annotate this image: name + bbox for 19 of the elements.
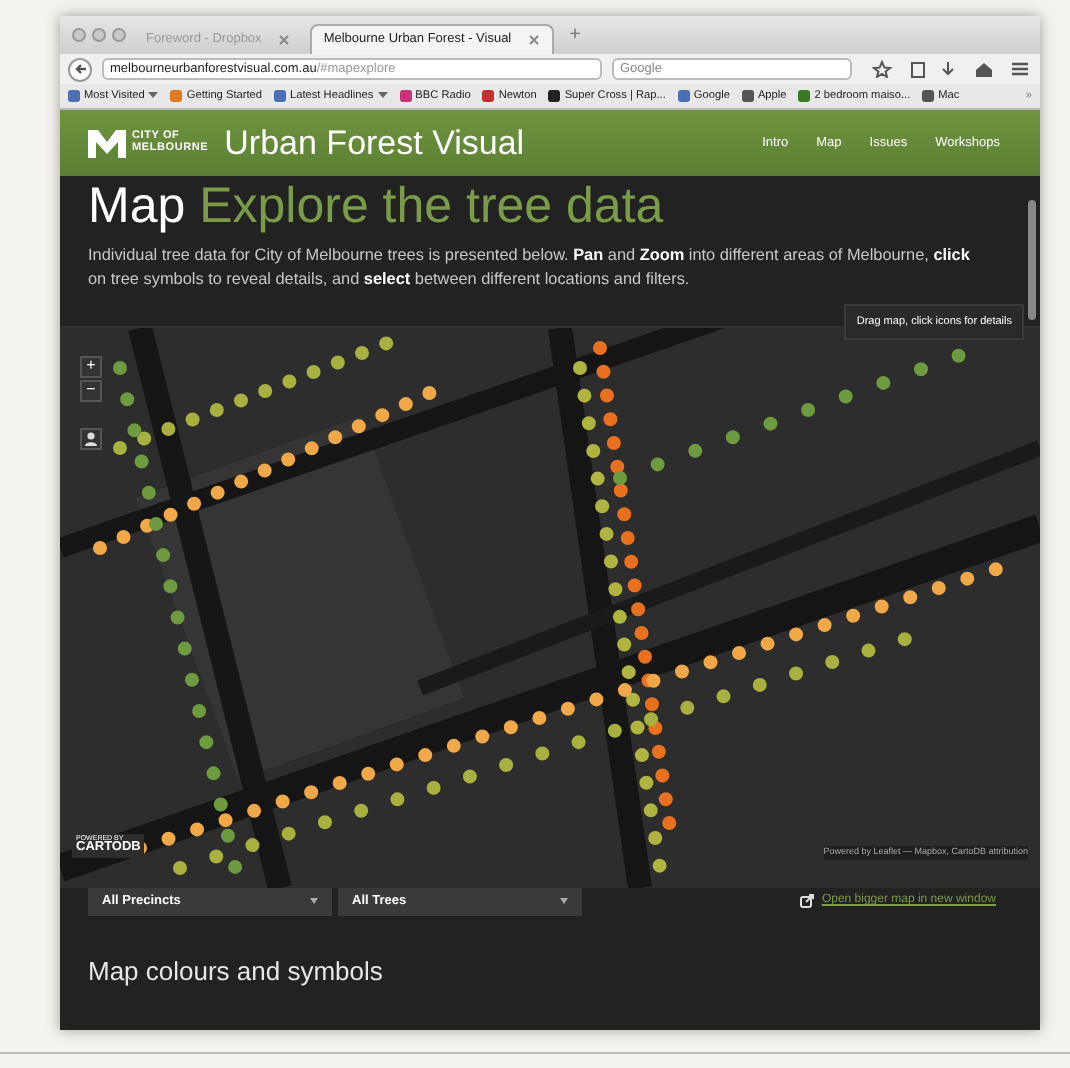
person-icon [84,431,98,446]
caret-icon [560,897,568,904]
back-arrow-icon [73,62,87,76]
intro-text: Individual tree data for City of Melbourne trees is presented below. Pan and Zoom into different areas of Melbourne, click on tree symbols to reveal details, and select between different locations and filters. [88,243,972,293]
zoom-out-button[interactable]: − [80,379,102,402]
logo-icon [88,129,126,157]
section-heading: Map colours and symbols [88,955,385,987]
close-icon [527,34,540,46]
external-link-icon [799,893,814,908]
zoom-in-button[interactable]: + [80,355,102,378]
scrollbar[interactable] [1028,200,1036,320]
site-title: Urban Forest Visual [224,121,525,166]
caret-icon [377,91,388,100]
caret-icon [148,91,159,100]
caret-icon [310,897,318,904]
locate-button[interactable] [80,427,102,450]
close-icon [277,33,290,45]
back-button[interactable] [68,57,92,81]
page-heading: Map Explore the tree data [88,180,666,235]
